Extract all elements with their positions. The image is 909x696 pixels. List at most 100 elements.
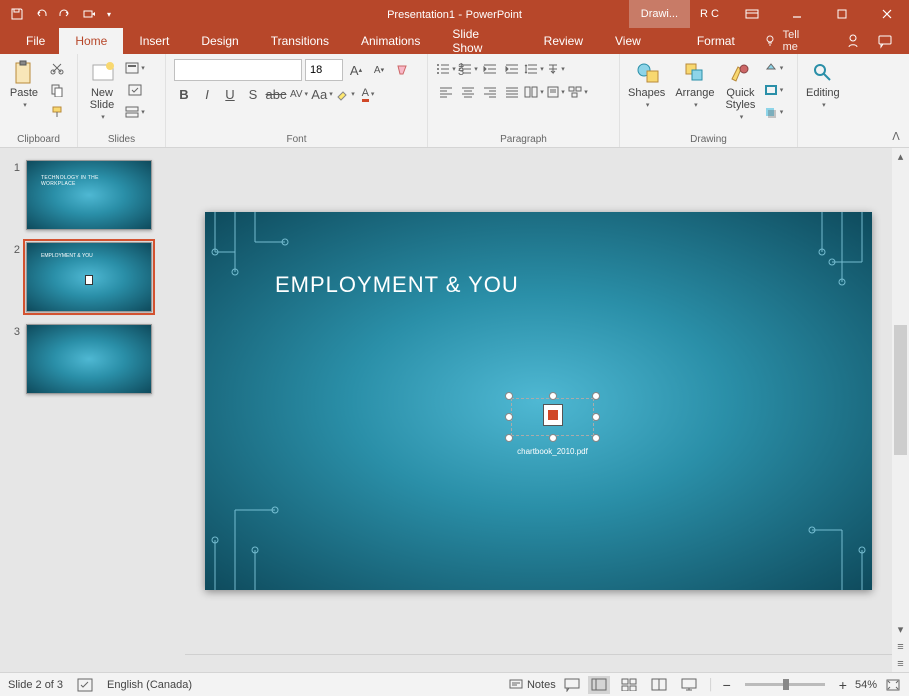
user-initials[interactable]: R C — [690, 8, 729, 20]
font-size-input[interactable] — [305, 59, 343, 81]
tab-insert[interactable]: Insert — [123, 28, 185, 54]
layout-icon[interactable] — [124, 57, 146, 78]
redo-icon[interactable] — [54, 3, 76, 25]
resize-handle[interactable] — [505, 434, 513, 442]
tab-slideshow[interactable]: Slide Show — [436, 28, 527, 54]
close-icon[interactable] — [864, 0, 909, 28]
embedded-object[interactable]: chartbook_2010.pdf — [505, 392, 600, 442]
resize-handle[interactable] — [549, 392, 557, 400]
section-icon[interactable] — [124, 101, 146, 122]
zoom-out-icon[interactable]: − — [723, 677, 731, 693]
tab-home[interactable]: Home — [59, 28, 123, 54]
thumbnail-item[interactable]: 2 EMPLOYMENT & YOU — [10, 242, 177, 312]
editing-button[interactable]: Editing — [802, 57, 844, 113]
tellme-search[interactable]: Tell me — [751, 28, 829, 54]
spellcheck-icon[interactable] — [77, 678, 93, 692]
numbering-icon[interactable]: 123 — [458, 59, 478, 79]
tab-file[interactable]: File — [12, 28, 59, 54]
notes-splitter[interactable] — [185, 654, 892, 672]
share-icon[interactable] — [845, 33, 861, 49]
thumbnail-slide-2[interactable]: EMPLOYMENT & YOU — [26, 242, 152, 312]
tab-design[interactable]: Design — [185, 28, 254, 54]
align-right-icon[interactable] — [480, 82, 500, 102]
text-direction-icon[interactable] — [546, 59, 566, 79]
ribbon-options-icon[interactable] — [729, 0, 774, 28]
cut-icon[interactable] — [46, 57, 68, 78]
resize-handle[interactable] — [505, 392, 513, 400]
clear-formatting-icon[interactable] — [392, 60, 412, 80]
decrease-indent-icon[interactable] — [480, 59, 500, 79]
sorter-view-icon[interactable] — [618, 676, 640, 694]
scroll-thumb[interactable] — [894, 325, 907, 455]
canvas-area[interactable]: EMPLOYMENT & YOU chartbook_2010.pdf — [185, 148, 892, 654]
slide-counter[interactable]: Slide 2 of 3 — [8, 679, 63, 691]
font-name-input[interactable] — [174, 59, 302, 81]
shapes-button[interactable]: Shapes — [624, 57, 669, 113]
font-color-icon[interactable]: A — [358, 84, 378, 104]
collapse-ribbon-icon[interactable]: ᐱ — [887, 127, 905, 145]
start-from-beginning-icon[interactable] — [78, 3, 100, 25]
justify-icon[interactable] — [502, 82, 522, 102]
comments-button[interactable] — [564, 678, 580, 692]
bold-icon[interactable]: B — [174, 84, 194, 104]
tab-review[interactable]: Review — [528, 28, 599, 54]
scroll-down-icon[interactable]: ▾ — [892, 621, 909, 638]
quick-styles-button[interactable]: Quick Styles — [720, 57, 760, 125]
char-spacing-icon[interactable]: AV — [289, 84, 309, 104]
notes-button[interactable]: Notes — [509, 679, 556, 691]
fit-to-window-icon[interactable] — [885, 678, 901, 692]
prev-slide-icon[interactable]: ≡ — [892, 638, 909, 655]
strikethrough-icon[interactable]: abc — [266, 84, 286, 104]
bullets-icon[interactable] — [436, 59, 456, 79]
scroll-up-icon[interactable]: ▴ — [892, 148, 909, 165]
reading-view-icon[interactable] — [648, 676, 670, 694]
thumbnail-item[interactable]: 1 TECHNOLOGY IN THE WORKPLACE — [10, 160, 177, 230]
thumbnail-slide-3[interactable] — [26, 324, 152, 394]
zoom-slider-thumb[interactable] — [783, 679, 789, 690]
maximize-icon[interactable] — [819, 0, 864, 28]
minimize-icon[interactable] — [774, 0, 819, 28]
normal-view-icon[interactable] — [588, 676, 610, 694]
resize-handle[interactable] — [505, 413, 513, 421]
paste-button[interactable]: Paste — [4, 57, 44, 113]
qat-customize-icon[interactable]: ▾ — [102, 3, 116, 25]
resize-handle[interactable] — [592, 392, 600, 400]
tab-animations[interactable]: Animations — [345, 28, 436, 54]
shape-outline-icon[interactable] — [762, 79, 784, 100]
resize-handle[interactable] — [592, 434, 600, 442]
reset-slide-icon[interactable] — [124, 79, 146, 100]
increase-indent-icon[interactable] — [502, 59, 522, 79]
underline-icon[interactable]: U — [220, 84, 240, 104]
shrink-font-icon[interactable]: A▾ — [369, 60, 389, 80]
current-slide[interactable]: EMPLOYMENT & YOU chartbook_2010.pdf — [205, 212, 872, 590]
new-slide-button[interactable]: New Slide — [82, 57, 122, 125]
undo-icon[interactable] — [30, 3, 52, 25]
grow-font-icon[interactable]: A▴ — [346, 60, 366, 80]
slideshow-view-icon[interactable] — [678, 676, 700, 694]
thumbnail-slide-1[interactable]: TECHNOLOGY IN THE WORKPLACE — [26, 160, 152, 230]
zoom-level[interactable]: 54% — [855, 679, 877, 691]
next-slide-icon[interactable]: ≡ — [892, 655, 909, 672]
smartart-icon[interactable] — [568, 82, 588, 102]
change-case-icon[interactable]: Aa — [312, 84, 332, 104]
tab-format[interactable]: Format — [681, 28, 751, 54]
resize-handle[interactable] — [592, 413, 600, 421]
shape-fill-icon[interactable] — [762, 57, 784, 78]
columns-icon[interactable] — [524, 82, 544, 102]
arrange-button[interactable]: Arrange — [671, 57, 718, 113]
comments-icon[interactable] — [877, 33, 893, 49]
italic-icon[interactable]: I — [197, 84, 217, 104]
slide-title[interactable]: EMPLOYMENT & YOU — [275, 272, 519, 298]
tab-view[interactable]: View — [599, 28, 657, 54]
scroll-track[interactable] — [892, 165, 909, 621]
align-text-icon[interactable] — [546, 82, 566, 102]
align-left-icon[interactable] — [436, 82, 456, 102]
vertical-scrollbar[interactable]: ▴ ▾ ≡ ≡ — [892, 148, 909, 672]
line-spacing-icon[interactable] — [524, 59, 544, 79]
zoom-in-icon[interactable]: + — [839, 677, 847, 693]
language-indicator[interactable]: English (Canada) — [107, 679, 192, 691]
align-center-icon[interactable] — [458, 82, 478, 102]
format-painter-icon[interactable] — [46, 101, 68, 122]
tab-transitions[interactable]: Transitions — [255, 28, 345, 54]
highlight-icon[interactable] — [335, 84, 355, 104]
